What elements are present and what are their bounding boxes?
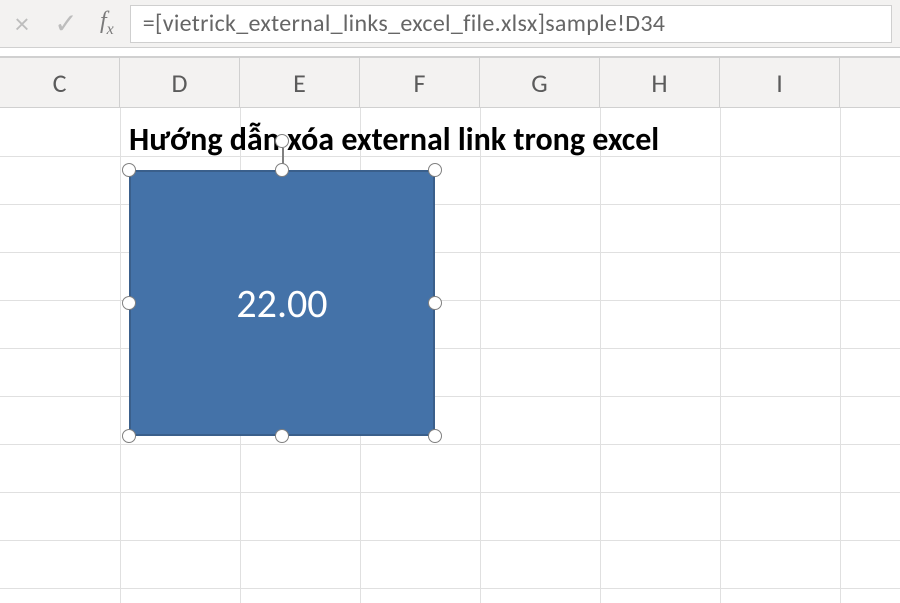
formula-bar: × ✓ fx <box>0 0 900 48</box>
rotate-connector <box>282 148 284 164</box>
resize-handle-tr[interactable] <box>428 163 442 177</box>
cell-heading-text: Hướng dẫn xóa external link trong excel <box>129 120 659 159</box>
resize-handle-tl[interactable] <box>122 163 136 177</box>
col-header-h[interactable]: H <box>600 58 720 107</box>
fx-icon: f <box>100 8 107 34</box>
resize-handle-bl[interactable] <box>122 429 136 443</box>
col-header-f[interactable]: F <box>360 58 480 107</box>
insert-function-button[interactable]: fx <box>88 8 126 39</box>
resize-handle-ml[interactable] <box>122 296 136 310</box>
ribbon-edge <box>0 48 900 58</box>
resize-handle-tm[interactable] <box>275 163 289 177</box>
enter-button[interactable]: ✓ <box>44 0 88 47</box>
resize-handle-br[interactable] <box>428 429 442 443</box>
cancel-button[interactable]: × <box>0 0 44 47</box>
col-header-d[interactable]: D <box>120 58 240 107</box>
resize-handle-mr[interactable] <box>428 296 442 310</box>
rotate-handle[interactable] <box>275 134 289 148</box>
col-header-e[interactable]: E <box>240 58 360 107</box>
fx-icon-sub: x <box>107 21 114 38</box>
shape-rectangle[interactable]: 22.00 <box>129 170 435 436</box>
spreadsheet-grid[interactable]: Hướng dẫn xóa external link trong excel … <box>0 108 900 603</box>
resize-handle-bm[interactable] <box>275 429 289 443</box>
col-header-g[interactable]: G <box>480 58 600 107</box>
col-header-c[interactable]: C <box>0 58 120 107</box>
shape-text: 22.00 <box>236 279 327 328</box>
col-header-i[interactable]: I <box>720 58 840 107</box>
formula-input[interactable] <box>130 5 892 43</box>
column-headers: C D E F G H I <box>0 58 900 108</box>
selected-shape[interactable]: 22.00 <box>129 170 435 436</box>
